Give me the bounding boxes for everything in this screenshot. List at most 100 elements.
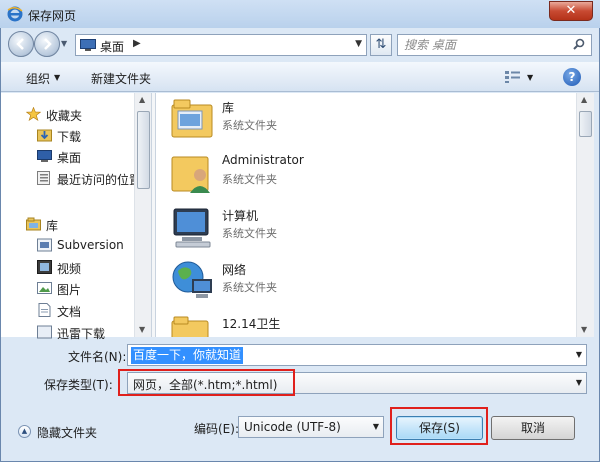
forward-button[interactable] [34, 31, 60, 57]
encoding-select[interactable]: Unicode (UTF-8) ▼ [238, 416, 384, 438]
sidebar-item-label: 图片 [57, 283, 82, 297]
address-dropdown-icon[interactable]: ▼ [355, 39, 362, 49]
cancel-button[interactable]: 取消 [491, 416, 575, 440]
list-item[interactable]: 网络 系统文件夹 [156, 255, 576, 309]
sidebar-item-label: 最近访问的位置 [57, 173, 142, 187]
sidebar-item-label: 文档 [57, 305, 82, 319]
sidebar-item-thunder-download[interactable]: 迅雷下载 [1, 322, 135, 342]
organize-caret-icon[interactable]: ▼ [54, 73, 60, 82]
network-icon [172, 261, 212, 298]
search-icon[interactable] [572, 38, 586, 52]
address-bar[interactable]: 桌面 ▶ ▼ [75, 34, 367, 56]
filename-input[interactable]: 百度一下，你就知道 [131, 347, 244, 364]
filename-field[interactable]: 百度一下，你就知道 ▼ [127, 344, 587, 366]
address-row: ▼ 桌面 ▶ ▼ ⇅ [0, 28, 600, 62]
chevron-up-icon: ▲ [18, 425, 31, 438]
save-type-highlight [118, 369, 295, 396]
sidebar-item-videos[interactable]: 视频 [1, 257, 135, 277]
encoding-dropdown-icon[interactable]: ▼ [373, 422, 379, 431]
sidebar-item-recent-places[interactable]: 最近访问的位置 [1, 168, 141, 188]
navigation-pane: 收藏夹 下载 桌面 最近访问的位置 库 Subversion 视频 图片 文档 … [1, 93, 151, 341]
save-type-dropdown-icon[interactable]: ▼ [576, 378, 582, 387]
encoding-label: 编码(E): [194, 422, 239, 436]
scroll-down-icon[interactable]: ▼ [581, 325, 587, 334]
scroll-thumb[interactable] [137, 111, 150, 189]
list-item[interactable]: 计算机 系统文件夹 [156, 201, 576, 255]
breadcrumb-arrow-icon[interactable]: ▶ [133, 38, 141, 49]
hide-folders-label: 隐藏文件夹 [37, 426, 98, 440]
file-name: 库 [222, 101, 235, 115]
sidebar-item-documents[interactable]: 文档 [1, 300, 135, 320]
encoding-value: Unicode (UTF-8) [244, 420, 341, 434]
desktop-icon [80, 39, 96, 51]
title-bar[interactable]: 保存网页 ✕ [0, 0, 600, 28]
computer-icon [173, 208, 211, 248]
file-type: 系统文件夹 [222, 119, 277, 132]
subversion-icon [37, 238, 52, 252]
recent-places-icon [37, 171, 50, 185]
sidebar-item-label: Subversion [57, 238, 124, 252]
library-icon [26, 217, 41, 231]
thunder-download-icon [37, 325, 52, 339]
sidebar-item-pictures[interactable]: 图片 [1, 278, 135, 298]
sidebar-item-label: 桌面 [57, 151, 82, 165]
arrow-left-icon [16, 38, 24, 50]
sidebar-item-label: 下载 [57, 130, 82, 144]
file-name: 12.14卫生 [222, 317, 281, 331]
close-button[interactable]: ✕ [549, 1, 593, 21]
file-list: 库 系统文件夹 Administrator 系统文件夹 计算机 系统文件夹 网络 [156, 93, 576, 337]
close-icon: ✕ [565, 3, 577, 18]
refresh-icon: ⇅ [375, 37, 387, 52]
navigation-scrollbar[interactable]: ▲ ▼ [134, 93, 151, 337]
toolbar: 组织 ▼ 新建文件夹 ▼ ? [1, 62, 599, 92]
view-caret-icon[interactable]: ▼ [527, 73, 533, 82]
window-title: 保存网页 [28, 9, 77, 23]
file-type: 系统文件夹 [222, 281, 277, 294]
sidebar-item-desktop[interactable]: 桌面 [1, 146, 135, 166]
sidebar-item-label: 视频 [57, 262, 82, 276]
save-type-label: 保存类型(T): [44, 378, 113, 392]
desktop-icon [37, 150, 52, 162]
library-folder-icon [171, 99, 213, 138]
download-folder-icon [37, 129, 52, 142]
ie-app-icon [7, 6, 23, 22]
back-button[interactable] [8, 31, 34, 57]
file-name: Administrator [222, 153, 304, 167]
file-type: 系统文件夹 [222, 227, 277, 240]
scroll-up-icon[interactable]: ▲ [581, 95, 587, 104]
scroll-down-icon[interactable]: ▼ [139, 325, 145, 334]
sidebar-item-downloads[interactable]: 下载 [1, 125, 135, 145]
filename-dropdown-icon[interactable]: ▼ [576, 350, 582, 359]
refresh-button[interactable]: ⇅ [370, 34, 392, 56]
recent-pages-dropdown-icon[interactable]: ▼ [61, 39, 71, 49]
folder-icon [171, 316, 209, 337]
sidebar-item-libraries[interactable]: 库 [1, 214, 135, 234]
help-icon[interactable]: ? [563, 68, 581, 86]
pictures-icon [37, 282, 52, 294]
file-type: 系统文件夹 [222, 173, 277, 186]
filename-label: 文件名(N): [68, 350, 127, 364]
list-item[interactable]: 库 系统文件夹 [156, 93, 576, 147]
arrow-right-icon [44, 38, 52, 50]
user-folder-icon [171, 156, 210, 193]
scroll-thumb[interactable] [579, 111, 592, 137]
list-item[interactable]: Administrator 系统文件夹 [156, 147, 576, 201]
save-button-highlight [390, 407, 488, 445]
star-icon [26, 107, 41, 121]
file-list-scrollbar[interactable]: ▲ ▼ [576, 93, 594, 337]
new-folder-button[interactable]: 新建文件夹 [91, 70, 151, 87]
file-name: 计算机 [222, 209, 259, 223]
sidebar-item-subversion[interactable]: Subversion [1, 235, 135, 255]
view-options-icon[interactable] [504, 70, 522, 84]
sidebar-item-label: 迅雷下载 [57, 327, 106, 341]
sidebar-item-favorites[interactable]: 收藏夹 [1, 104, 135, 124]
organize-menu[interactable]: 组织 [26, 70, 50, 87]
scroll-up-icon[interactable]: ▲ [139, 95, 145, 104]
video-icon [37, 260, 52, 274]
search-input[interactable] [404, 38, 564, 52]
list-item[interactable]: 12.14卫生 [156, 309, 576, 337]
documents-icon [38, 303, 51, 317]
file-name: 网络 [222, 263, 247, 277]
sidebar-item-label: 收藏夹 [46, 109, 83, 123]
search-box[interactable] [397, 34, 592, 56]
